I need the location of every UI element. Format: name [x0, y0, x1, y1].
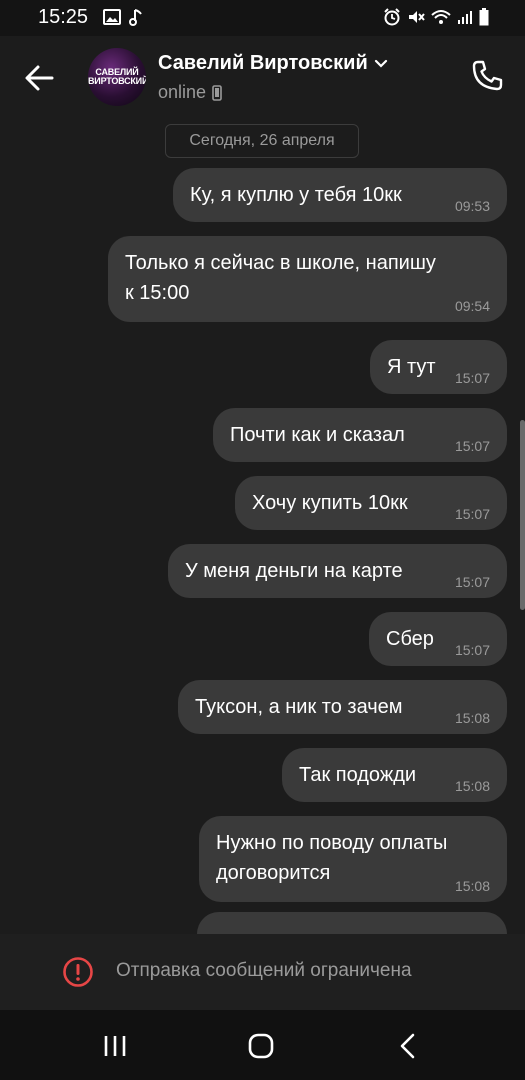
message-bubble[interactable]: Ку, я куплю у тебя 10кк 09:53	[173, 168, 507, 222]
message-bubble[interactable]: Нужно по поводу оплаты договорится 15:08	[199, 816, 507, 902]
message-time: 15:07	[454, 574, 490, 590]
message-time: 15:07	[454, 506, 490, 522]
scrollbar[interactable]	[520, 420, 525, 610]
phone-icon[interactable]	[469, 58, 505, 94]
message-time: 15:08	[454, 778, 490, 794]
message-bubble[interactable]: Так подожди 15:08	[282, 748, 507, 802]
message-text: Почти как и сказал	[230, 424, 405, 446]
back-nav-icon[interactable]	[392, 1030, 426, 1062]
message-bubble[interactable]: Хочу купить 10кк 15:07	[235, 476, 507, 530]
message-text: Сбер	[386, 628, 434, 650]
message-text: Туксон, а ник то зачем	[195, 696, 403, 718]
recent-apps-icon[interactable]	[98, 1030, 132, 1062]
arrow-left-icon[interactable]	[20, 58, 60, 98]
status-time: 15:25	[38, 6, 89, 28]
message-time: 15:08	[454, 710, 490, 726]
battery-icon	[479, 8, 489, 26]
contact-name[interactable]: Савелий Виртовский	[158, 52, 368, 75]
message-time: 15:07	[454, 438, 490, 454]
alarm-icon	[384, 8, 400, 26]
message-time: 09:53	[454, 198, 490, 214]
contact-status: online	[158, 82, 207, 102]
date-separator: Сегодня, 26 апреля	[165, 124, 359, 158]
home-icon[interactable]	[244, 1030, 278, 1062]
message-text: Ку, я куплю у тебя 10кк	[190, 184, 402, 206]
message-time: 15:07	[454, 370, 490, 386]
message-bubble[interactable]: У меня деньги на карте 15:07	[168, 544, 507, 598]
avatar[interactable]: САВЕЛИЙ ВИРТОВСКИЙ	[88, 48, 146, 106]
message-bubble[interactable]: Только я сейчас в школе, напишу к 15:00 …	[108, 236, 507, 322]
message-text: Так подожди	[299, 764, 417, 786]
message-text: Хочу купить 10кк	[252, 492, 408, 514]
message-time: 15:08	[454, 878, 490, 894]
message-text: У меня деньги на карте	[185, 560, 403, 582]
status-bar: 15:25	[0, 0, 525, 36]
contact-name-row[interactable]: Савелий Виртовский	[158, 52, 388, 75]
message-bubble[interactable]: Сбер 15:07	[369, 612, 507, 666]
chevron-down-icon[interactable]	[374, 59, 388, 69]
contact-status-row: online	[158, 82, 222, 103]
message-bubble[interactable]: Туксон, а ник то зачем 15:08	[178, 680, 507, 734]
message-bubble[interactable]: Почти как и сказал 15:07	[213, 408, 507, 462]
restriction-text: Отправка сообщений ограничена	[116, 960, 412, 981]
message-text: Я тут	[387, 356, 436, 378]
message-text: Только я сейчас в школе, напишу к 15:00	[125, 252, 436, 304]
message-bubble[interactable]: Я тут 15:07	[370, 340, 507, 394]
smartphone-icon	[212, 84, 222, 101]
mute-icon	[409, 11, 425, 23]
message-time: 15:07	[454, 642, 490, 658]
exclamation-circle-icon	[63, 957, 93, 987]
signal-icon	[458, 11, 472, 24]
wifi-icon	[431, 10, 451, 24]
music-note-icon	[129, 9, 142, 26]
system-navigation-bar	[0, 1010, 525, 1080]
chat-header: САВЕЛИЙ ВИРТОВСКИЙ Савелий Виртовский on…	[0, 36, 525, 120]
avatar-text: САВЕЛИЙ ВИРТОВСКИЙ	[88, 67, 146, 86]
gallery-icon	[103, 9, 121, 25]
messaging-restricted-bar: Отправка сообщений ограничена	[0, 934, 525, 1010]
message-time: 09:54	[454, 298, 490, 314]
message-text: Нужно по поводу оплаты договорится	[216, 832, 448, 884]
